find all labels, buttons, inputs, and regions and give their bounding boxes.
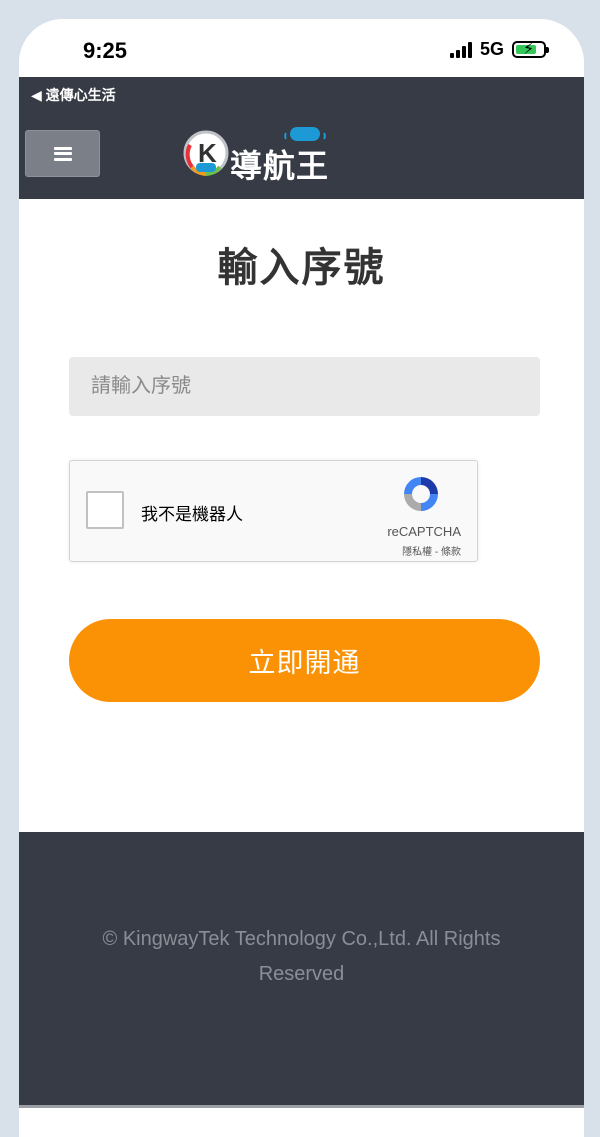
recaptcha-widget: 我不是機器人 reCAPTCHA 隱私權 - 條款 xyxy=(69,460,478,562)
back-link[interactable]: ◀ 遠傳心生活 xyxy=(31,85,116,105)
recaptcha-label: 我不是機器人 xyxy=(141,505,243,524)
recaptcha-checkbox[interactable] xyxy=(86,491,124,529)
footer: © KingwayTek Technology Co.,Ltd. All Rig… xyxy=(19,832,584,1105)
battery-charging-icon: ⚡ xyxy=(512,41,549,58)
status-time: 9:25 xyxy=(83,38,128,63)
copyright-text: © KingwayTek Technology Co.,Ltd. All Rig… xyxy=(102,928,501,985)
status-bar: 9:25 5G ⚡ xyxy=(19,19,584,77)
status-icons: 5G ⚡ xyxy=(449,39,549,60)
phone-frame: 9:25 5G ⚡ ◀ 遠傳心生活 K 導航王 輸入序號 請輸入序號 我不是機器… xyxy=(0,0,600,1137)
recaptcha-terms-link[interactable]: 隱私權 - 條款 xyxy=(402,543,461,558)
app-header: ◀ 遠傳心生活 K 導航王 xyxy=(19,77,584,199)
activate-button[interactable]: 立即開通 xyxy=(69,619,540,702)
page-title: 輸入序號 xyxy=(217,246,386,290)
logo-text: 導航王 xyxy=(230,148,330,184)
menu-button[interactable] xyxy=(25,130,100,177)
hamburger-menu-icon xyxy=(53,146,72,161)
bottom-area xyxy=(19,1108,584,1137)
app-logo[interactable]: K 導航王 xyxy=(182,127,332,184)
recaptcha-logo-icon xyxy=(404,477,438,511)
serial-number-input[interactable] xyxy=(69,357,540,416)
network-label: 5G xyxy=(479,39,504,59)
recaptcha-brand: reCAPTCHA xyxy=(387,524,461,539)
screen: 9:25 5G ⚡ ◀ 遠傳心生活 K 導航王 輸入序號 請輸入序號 我不是機器… xyxy=(19,19,584,1137)
signal-icon xyxy=(449,41,472,58)
